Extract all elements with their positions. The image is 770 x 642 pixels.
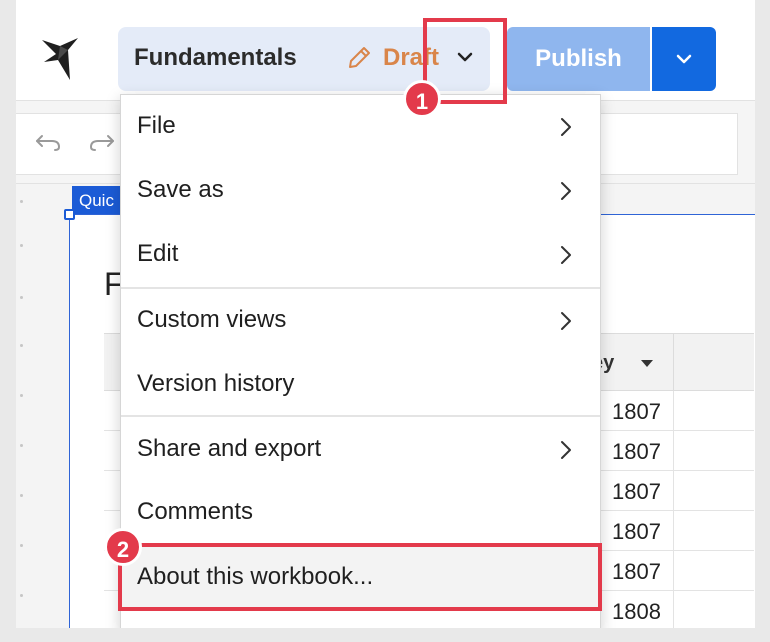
top-bar: Fundamentals Draft Publish bbox=[16, 0, 755, 100]
app-window: Fundamentals Draft Publish Quic F ey 180… bbox=[16, 0, 755, 628]
pencil-icon bbox=[349, 47, 370, 68]
grid-dot bbox=[20, 296, 23, 299]
grid-dot bbox=[20, 394, 23, 397]
grid-dot bbox=[20, 200, 23, 203]
menu-item-label: Edit bbox=[137, 240, 179, 267]
menu-item-share-and-export[interactable]: Share and export bbox=[121, 418, 600, 482]
menu-item-label: Comments bbox=[137, 498, 254, 525]
step-badge-1: 1 bbox=[403, 80, 441, 118]
chevron-right-icon bbox=[561, 312, 571, 330]
grid-dot bbox=[20, 244, 23, 247]
grid-dot bbox=[20, 544, 23, 547]
step-badge-2: 2 bbox=[104, 528, 142, 566]
chevron-down-icon bbox=[676, 54, 692, 64]
column-divider bbox=[673, 511, 674, 551]
undo-icon[interactable] bbox=[34, 130, 62, 152]
column-divider bbox=[673, 471, 674, 511]
menu-item-label: File bbox=[137, 112, 176, 139]
redo-icon[interactable] bbox=[88, 130, 116, 152]
column-divider bbox=[673, 431, 674, 471]
menu-item-label: Share and export bbox=[137, 435, 322, 462]
menu-item-label: Save as bbox=[137, 176, 224, 203]
highlight-box-step-2 bbox=[118, 543, 602, 611]
column-divider bbox=[673, 391, 674, 431]
resize-handle[interactable] bbox=[64, 209, 75, 220]
table-cell: 1807 bbox=[612, 479, 661, 504]
caret-down-icon[interactable] bbox=[641, 360, 653, 368]
table-cell: 1807 bbox=[612, 399, 661, 424]
grid-dot bbox=[20, 494, 23, 497]
grid-dot bbox=[20, 344, 23, 347]
chevron-right-icon bbox=[561, 118, 571, 136]
table-cell: 1807 bbox=[612, 439, 661, 464]
column-divider bbox=[673, 591, 674, 628]
column-divider bbox=[673, 551, 674, 591]
menu-item-edit[interactable]: Edit bbox=[121, 223, 600, 287]
menu-item-file[interactable]: File bbox=[121, 95, 600, 159]
chevron-right-icon bbox=[561, 182, 571, 200]
grid-dot bbox=[20, 444, 23, 447]
menu-item-label: Version history bbox=[137, 370, 295, 397]
app-logo-icon[interactable] bbox=[40, 36, 80, 82]
menu-item-save-as[interactable]: Save as bbox=[121, 159, 600, 223]
menu-item-custom-views[interactable]: Custom views bbox=[121, 289, 600, 353]
publish-button-label: Publish bbox=[535, 45, 622, 72]
table-cell: 1807 bbox=[612, 519, 661, 544]
grid-dot bbox=[20, 594, 23, 597]
workbook-title[interactable]: Fundamentals bbox=[134, 44, 297, 72]
menu-item-comments[interactable]: Comments bbox=[121, 481, 600, 545]
chevron-right-icon bbox=[561, 246, 571, 264]
table-cell: 1808 bbox=[612, 599, 661, 624]
table-cell: 1807 bbox=[612, 559, 661, 584]
publish-button[interactable]: Publish bbox=[507, 27, 650, 91]
chevron-right-icon bbox=[561, 441, 571, 459]
menu-item-version-history[interactable]: Version history bbox=[121, 353, 600, 417]
column-divider bbox=[673, 334, 674, 392]
menu-divider bbox=[121, 415, 600, 417]
menu-item-label: Custom views bbox=[137, 306, 287, 333]
publish-options-button[interactable] bbox=[652, 27, 716, 91]
